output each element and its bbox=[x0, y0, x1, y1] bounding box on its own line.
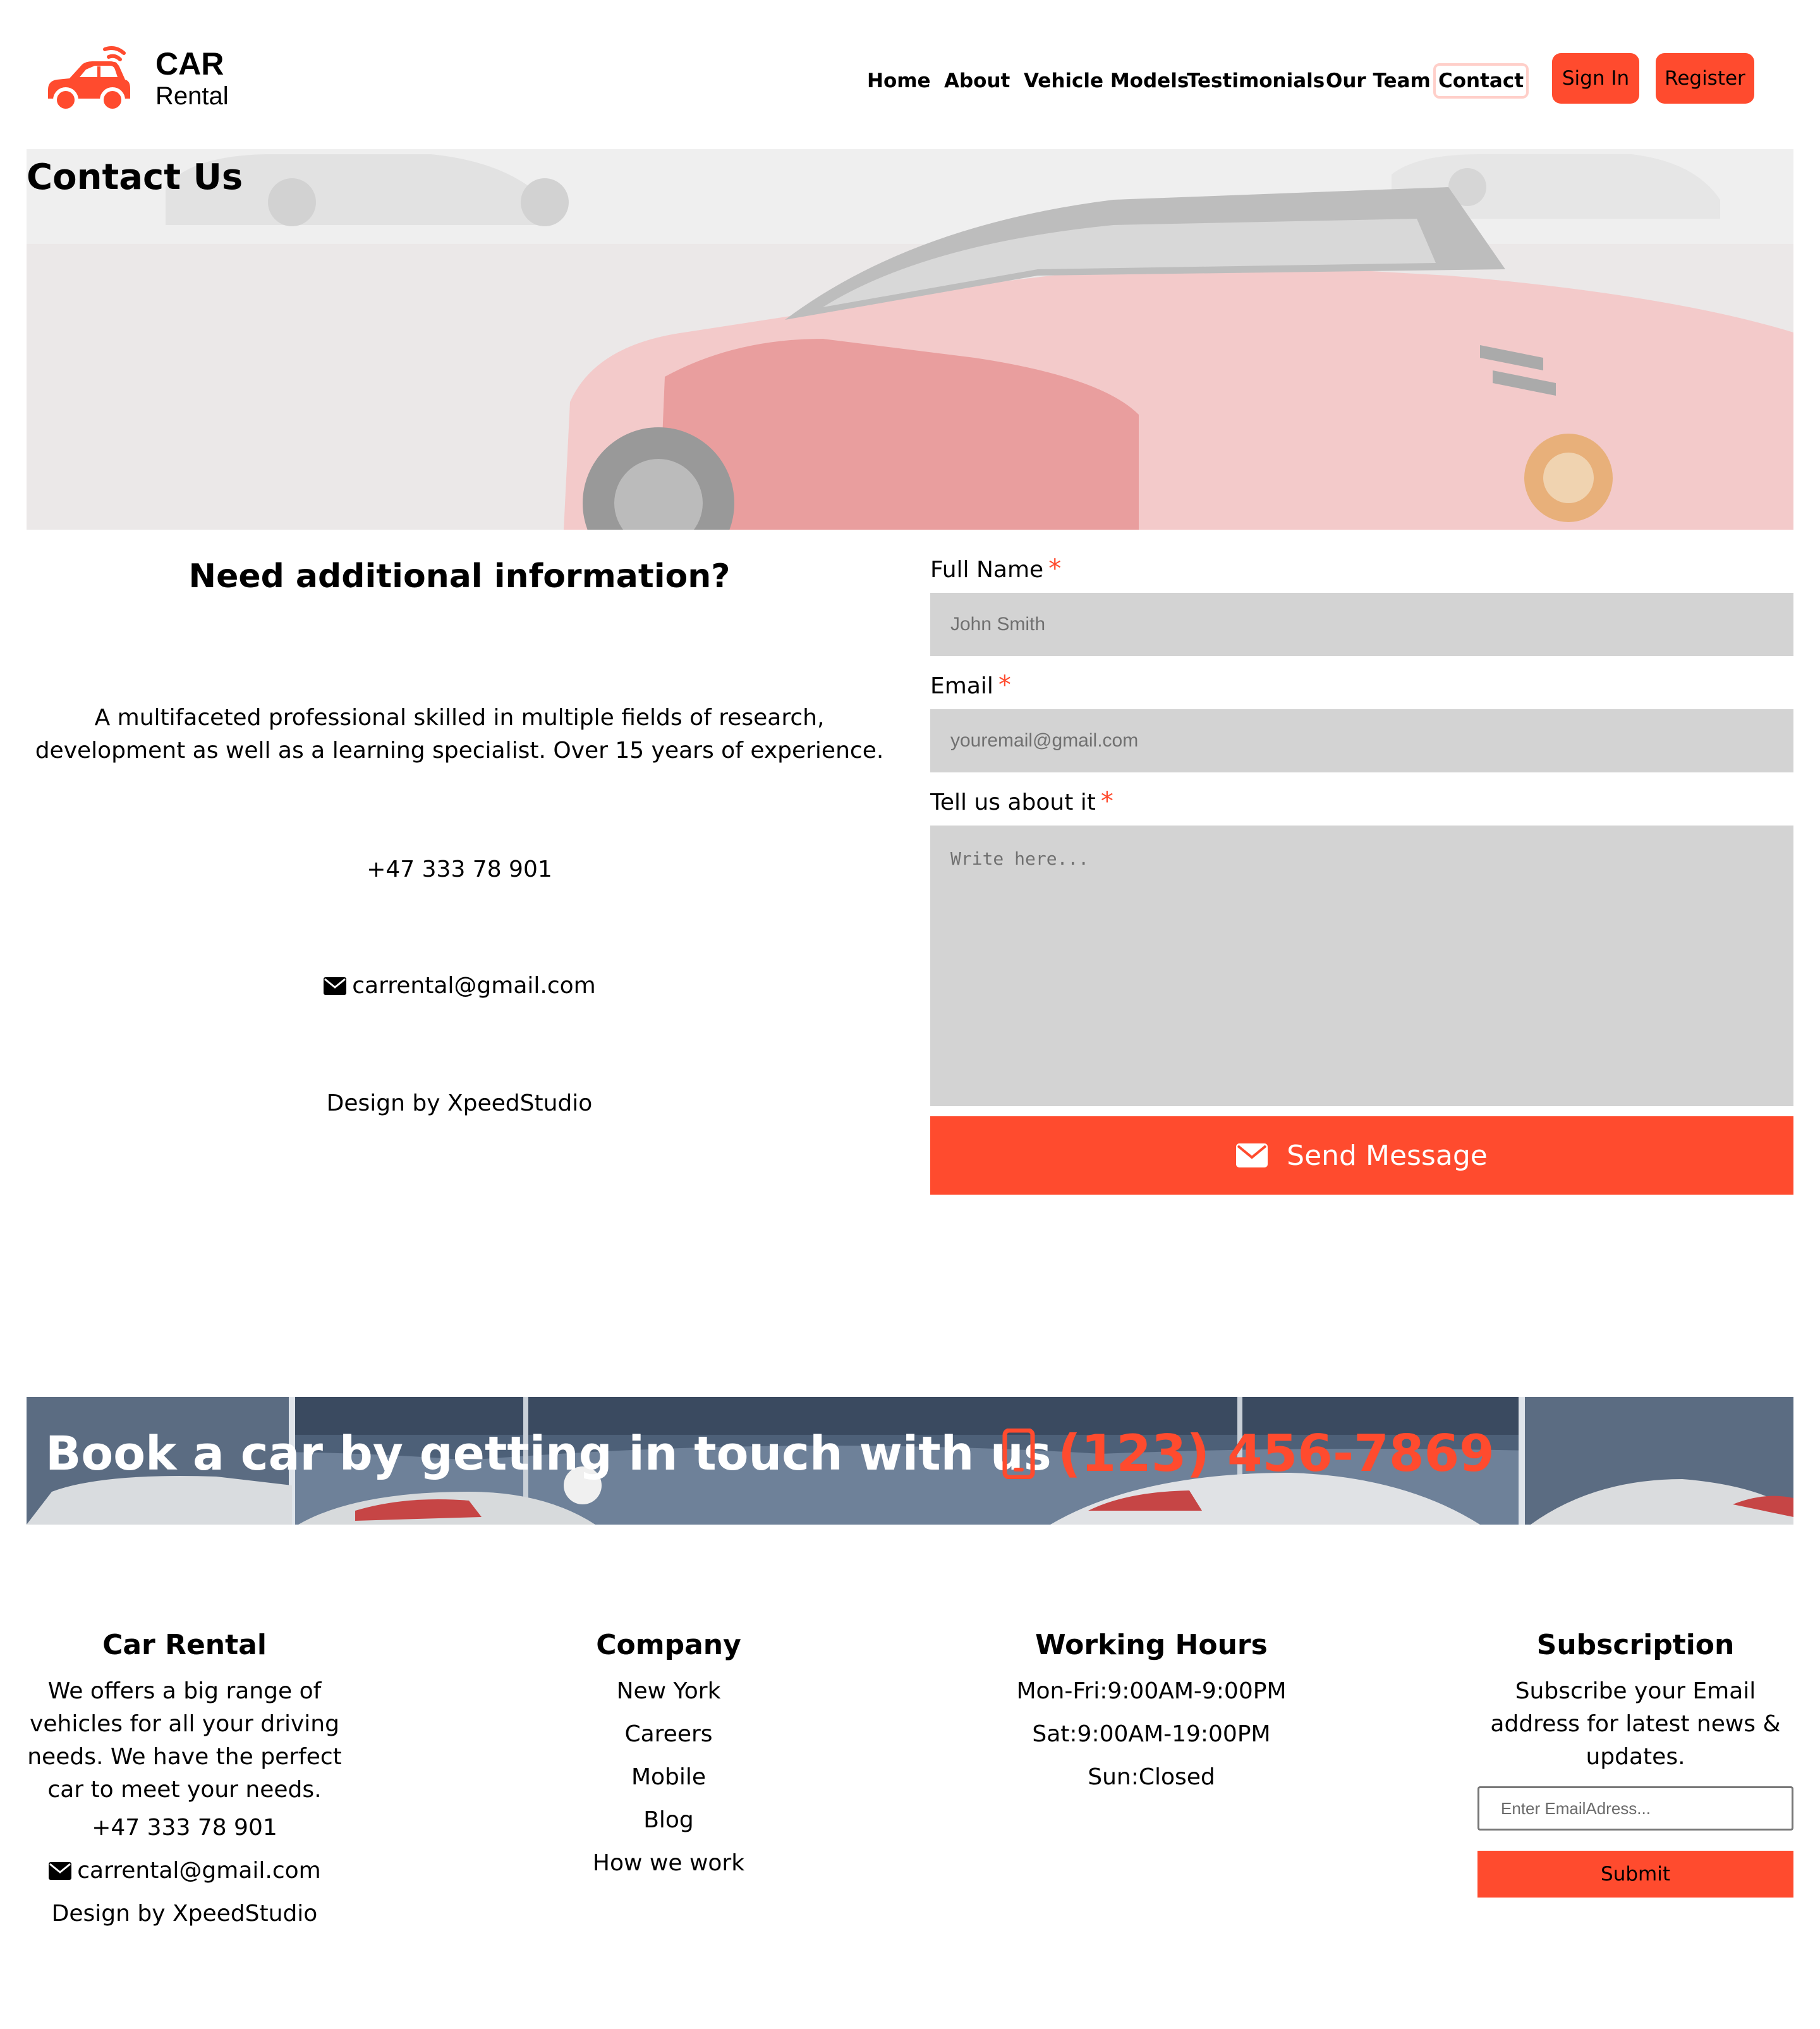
info-email[interactable]: carrental@gmail.com bbox=[352, 973, 596, 999]
message-textarea[interactable] bbox=[930, 826, 1793, 1106]
banner-phone-row[interactable]: (123) 456-7869 bbox=[1002, 1416, 1495, 1492]
subscription-email-input[interactable] bbox=[1477, 1786, 1793, 1831]
nav-our-team[interactable]: Our Team bbox=[1326, 63, 1431, 99]
email-label: Email * bbox=[930, 667, 1011, 704]
subscription-submit-button[interactable]: Submit bbox=[1477, 1851, 1793, 1898]
sports-car-illustration bbox=[27, 149, 1793, 530]
hours-sunday: Sun:Closed bbox=[1088, 1764, 1215, 1790]
footer-company: Company New York Careers Mobile Blog How… bbox=[542, 1622, 795, 1885]
nav-contact[interactable]: Contact bbox=[1433, 63, 1529, 99]
full-name-label: Full Name * bbox=[930, 551, 1061, 588]
hours-saturday: Sat:9:00AM-19:00PM bbox=[1032, 1721, 1271, 1747]
footer-link-new-york[interactable]: New York bbox=[542, 1670, 795, 1713]
hero-image bbox=[27, 149, 1793, 530]
hours-weekdays: Mon-Fri:9:00AM-9:00PM bbox=[1016, 1678, 1287, 1704]
footer-about: Car Rental We offers a big range of vehi… bbox=[27, 1622, 343, 1935]
footer-link-blog[interactable]: Blog bbox=[542, 1799, 795, 1842]
nav-vehicle-models[interactable]: Vehicle Models bbox=[1024, 63, 1189, 99]
subscription-text: Subscribe your Email address for latest … bbox=[1490, 1678, 1781, 1770]
brand-subtitle: Rental bbox=[155, 82, 229, 110]
footer-link-mobile[interactable]: Mobile bbox=[542, 1756, 795, 1799]
message-label-text: Tell us about it bbox=[930, 789, 1096, 815]
required-mark: * bbox=[998, 671, 1011, 700]
footer-link-careers[interactable]: Careers bbox=[542, 1713, 795, 1756]
footer-email[interactable]: carrental@gmail.com bbox=[77, 1858, 321, 1884]
footer-about-title: Car Rental bbox=[102, 1629, 267, 1661]
footer-link-how-we-work[interactable]: How we work bbox=[542, 1842, 795, 1885]
page-title: Contact Us bbox=[27, 157, 243, 198]
footer-phone: +47 333 78 901 bbox=[92, 1815, 277, 1841]
brand-logo[interactable]: CAR Rental bbox=[44, 44, 234, 114]
envelope-icon bbox=[324, 977, 347, 995]
banner-phone-number: (123) 456-7869 bbox=[1058, 1424, 1495, 1483]
required-mark: * bbox=[1100, 787, 1113, 816]
sign-in-button[interactable]: Sign In bbox=[1552, 53, 1639, 104]
car-wifi-icon bbox=[48, 46, 130, 113]
footer-about-text: We offers a big range of vehicles for al… bbox=[27, 1678, 342, 1803]
brand-name: CAR bbox=[155, 46, 224, 82]
footer-hours: Working Hours Mon-Fri:9:00AM-9:00PM Sat:… bbox=[993, 1622, 1309, 1799]
info-description: A multifaceted professional skilled in m… bbox=[35, 705, 884, 764]
email-input[interactable] bbox=[930, 709, 1793, 772]
envelope-icon bbox=[49, 1862, 72, 1880]
register-button[interactable]: Register bbox=[1656, 53, 1754, 104]
full-name-input[interactable] bbox=[930, 593, 1793, 656]
info-phone: +47 333 78 901 bbox=[367, 856, 552, 882]
nav-about[interactable]: About bbox=[944, 63, 1010, 99]
send-message-label: Send Message bbox=[1287, 1139, 1488, 1172]
email-label-text: Email bbox=[930, 673, 993, 699]
banner-title: Book a car by getting in touch with us bbox=[46, 1427, 1052, 1481]
footer-subscription-title: Subscription bbox=[1536, 1629, 1735, 1661]
full-name-label-text: Full Name bbox=[930, 557, 1044, 583]
footer-hours-title: Working Hours bbox=[1035, 1629, 1268, 1661]
mobile-phone-icon bbox=[1002, 1429, 1035, 1479]
footer-subscription: Subscription Subscribe your Email addres… bbox=[1477, 1622, 1793, 1898]
info-design-credit: Design by XpeedStudio bbox=[326, 1090, 593, 1116]
envelope-icon bbox=[1236, 1143, 1268, 1167]
info-heading: Need additional information? bbox=[188, 558, 731, 595]
nav-testimonials[interactable]: Testimonials bbox=[1187, 63, 1325, 99]
send-message-button[interactable]: Send Message bbox=[930, 1116, 1793, 1195]
nav-home[interactable]: Home bbox=[867, 63, 931, 99]
message-label: Tell us about it * bbox=[930, 784, 1113, 820]
required-mark: * bbox=[1048, 554, 1062, 583]
footer-company-title: Company bbox=[596, 1629, 741, 1661]
footer-design-credit: Design by XpeedStudio bbox=[51, 1901, 318, 1927]
footer-email-row: carrental@gmail.com bbox=[27, 1849, 343, 1892]
info-email-row: carrental@gmail.com bbox=[27, 967, 892, 1005]
